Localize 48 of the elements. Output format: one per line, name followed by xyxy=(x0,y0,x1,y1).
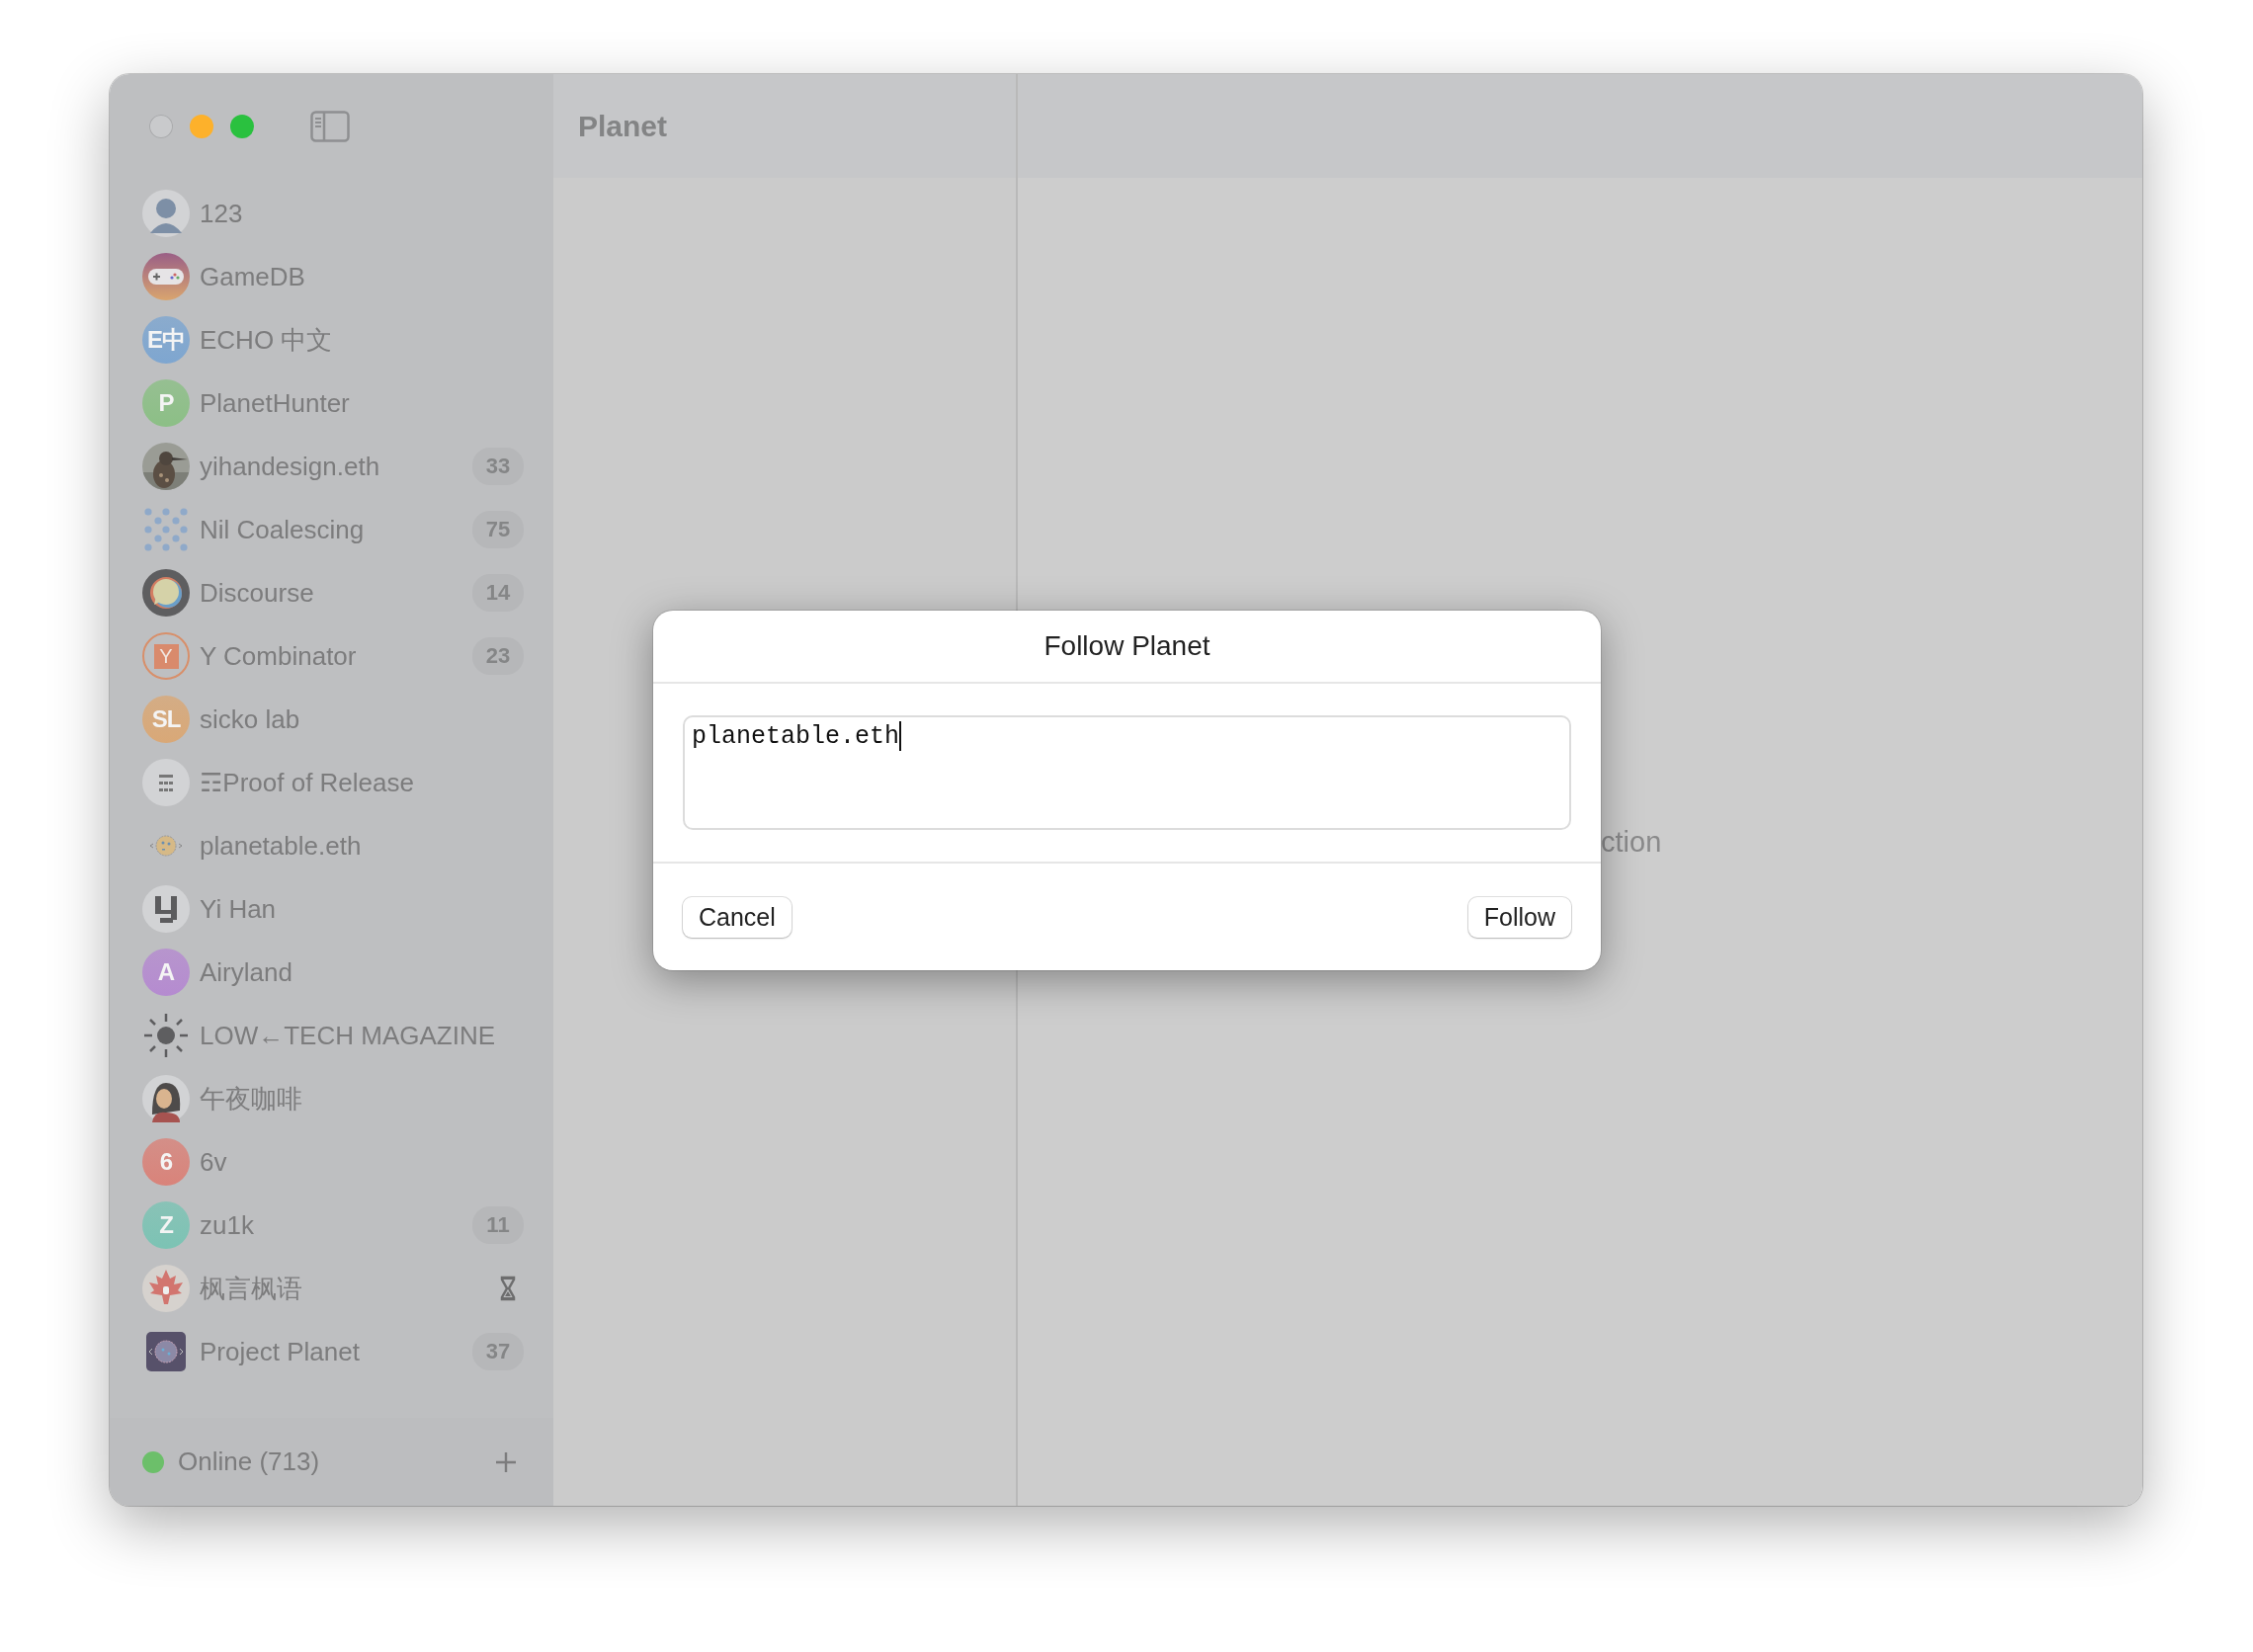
sidebar-toggle-icon[interactable] xyxy=(310,110,350,142)
text-cursor xyxy=(899,721,902,751)
planet-name[interactable]: 午夜咖啡 xyxy=(200,1081,524,1116)
planet-name[interactable]: ☶Proof of Release xyxy=(200,767,524,798)
planet-name[interactable]: Y Combinator xyxy=(200,640,462,672)
planet-name[interactable]: Discourse xyxy=(200,577,462,609)
planet-name[interactable]: Yi Han xyxy=(200,893,524,925)
planet-name[interactable]: Nil Coalescing xyxy=(200,514,462,545)
connection-status: Online (713) xyxy=(178,1446,321,1477)
planet-name[interactable]: sicko lab xyxy=(200,703,524,735)
follow-button[interactable]: Follow xyxy=(1467,896,1571,938)
planet-name[interactable]: ECHO 中文 xyxy=(200,322,524,358)
letter-avatar: SL xyxy=(142,696,190,743)
zoom-button[interactable] xyxy=(230,114,254,138)
planet-name[interactable]: zu1k xyxy=(200,1209,462,1241)
planet-name[interactable]: 123 xyxy=(200,198,524,229)
avatar-icon xyxy=(142,190,190,237)
planet-name[interactable]: 6v xyxy=(200,1146,524,1178)
planet-name[interactable]: yihandesign.eth xyxy=(200,451,462,482)
dialog-title: Follow Planet xyxy=(653,611,1601,684)
dot-grid-icon xyxy=(142,506,190,553)
planet-name[interactable]: GameDB xyxy=(200,261,524,292)
planet-name[interactable]: PlanetHunter xyxy=(200,387,524,419)
person-icon xyxy=(142,1075,190,1122)
planet-name[interactable]: LOW←TECH MAGAZINE xyxy=(200,1020,524,1051)
letter-avatar: Z xyxy=(142,1201,190,1249)
minimize-button[interactable] xyxy=(190,114,213,138)
maple-leaf-icon xyxy=(142,1265,190,1312)
letter-avatar: 6 xyxy=(142,1138,190,1186)
placeholder-text: ction xyxy=(1601,825,1662,859)
letter-avatar: E中 xyxy=(142,316,190,364)
chat-bubble-icon xyxy=(142,569,190,617)
window-title: Planet xyxy=(578,109,668,143)
cancel-button[interactable]: Cancel xyxy=(683,896,792,938)
sun-icon xyxy=(142,1012,190,1059)
planet-name[interactable]: 枫言枫语 xyxy=(200,1271,490,1306)
input-field[interactable]: planetable.eth xyxy=(683,715,1571,830)
add-icon[interactable] xyxy=(494,1449,518,1474)
letter-avatar: P xyxy=(142,379,190,427)
planet-name[interactable]: planetable.eth xyxy=(200,830,524,862)
planet-name[interactable]: Project Planet xyxy=(200,1336,462,1367)
trigram-icon xyxy=(142,759,190,806)
letter-avatar: A xyxy=(142,949,190,996)
close-button[interactable] xyxy=(149,114,173,138)
pixel-letter-icon xyxy=(142,885,190,933)
planet-name[interactable]: Airyland xyxy=(200,956,524,988)
logo-icon: Y xyxy=(142,632,190,680)
gamepad-icon xyxy=(142,253,190,300)
